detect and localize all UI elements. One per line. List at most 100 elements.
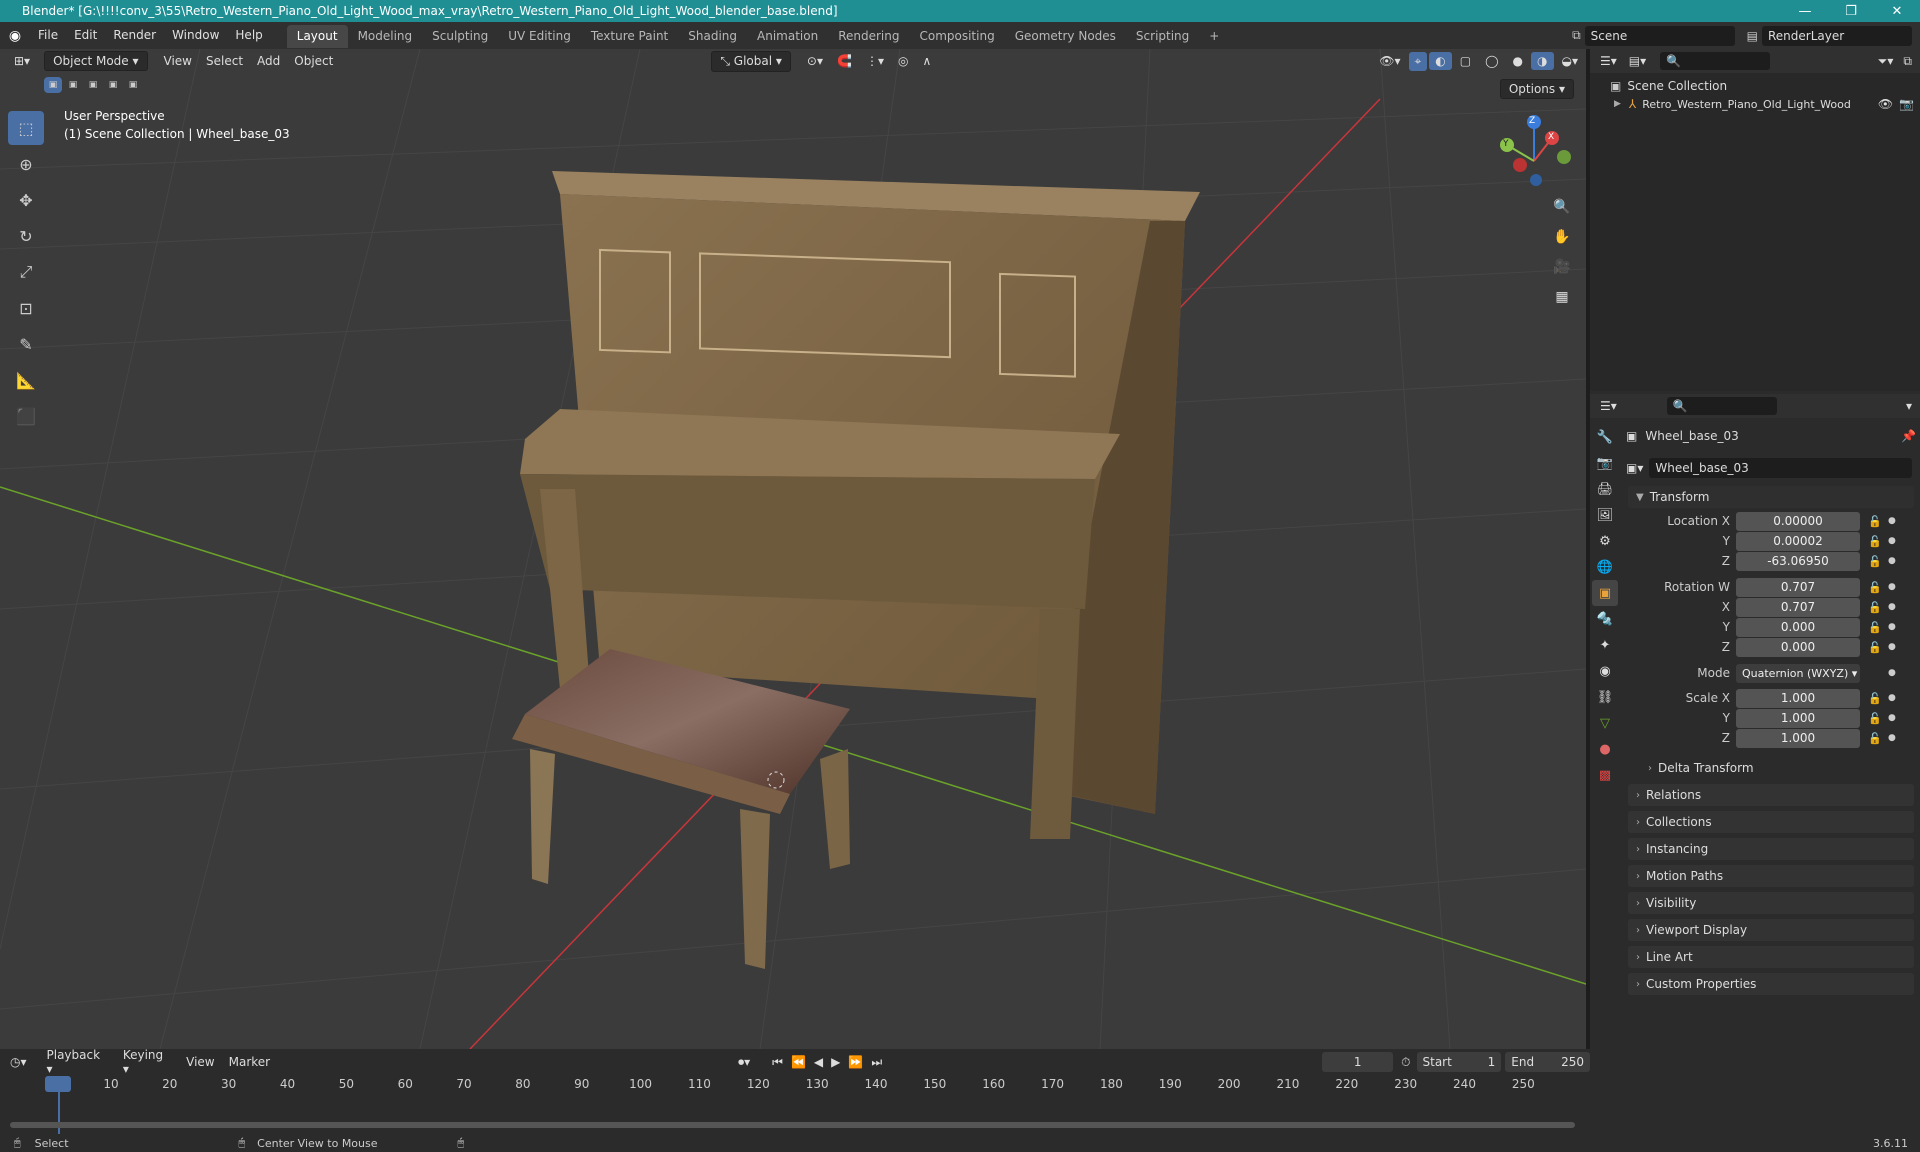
panel-collections[interactable]: › Collections — [1628, 811, 1914, 833]
wireframe-shading-icon[interactable]: ◯ — [1479, 52, 1504, 70]
select-intersect-icon[interactable]: ▣ — [124, 77, 142, 93]
tab-uv-editing[interactable]: UV Editing — [498, 25, 581, 48]
eye-icon[interactable]: 👁 — [1878, 97, 1893, 111]
keyframe-dot-icon[interactable]: ● — [1888, 556, 1896, 566]
location-x-field[interactable]: 0.00000 — [1736, 511, 1860, 531]
keyframe-dot-icon[interactable]: ● — [1888, 516, 1896, 526]
transform-panel-header[interactable]: ▼ Transform — [1628, 486, 1914, 508]
lock-icon[interactable]: 🔓 — [1868, 621, 1884, 634]
pivot-icon[interactable]: ⊙▾ — [801, 52, 829, 70]
keyframe-dot-icon[interactable]: ● — [1888, 668, 1896, 678]
lock-icon[interactable]: 🔓 — [1868, 535, 1884, 548]
menu-render[interactable]: Render — [105, 22, 164, 49]
filter-icon[interactable]: ⏷▾ — [1878, 54, 1894, 69]
lock-icon[interactable]: 🔓 — [1868, 515, 1884, 528]
scene-collection-row[interactable]: ▣ Scene Collection — [1610, 79, 1727, 93]
select-subtract-icon[interactable]: ▣ — [84, 77, 102, 93]
panel-instancing[interactable]: › Instancing — [1628, 838, 1914, 860]
scale-icon[interactable]: ⤢ — [8, 255, 44, 289]
tab-texture-paint[interactable]: Texture Paint — [581, 25, 678, 48]
properties-editor-icon[interactable]: ☰▾ — [1600, 399, 1617, 413]
gizmo-toggle-icon[interactable]: ⌖ — [1408, 51, 1428, 71]
panel-custom-properties[interactable]: › Custom Properties — [1628, 973, 1914, 995]
add-workspace-icon[interactable]: + — [1199, 25, 1229, 48]
rotation-mode-dropdown[interactable]: Quaternion (WXYZ) ▾ — [1736, 663, 1860, 683]
snap-type-icon[interactable]: ⋮▾ — [860, 52, 890, 70]
zoom-icon[interactable]: 🔍 — [1548, 193, 1576, 221]
falloff-icon[interactable]: ∧ — [916, 52, 937, 70]
pan-hand-icon[interactable]: ✋ — [1548, 223, 1576, 251]
lock-icon[interactable]: 🔓 — [1868, 712, 1884, 725]
lock-icon[interactable]: 🔓 — [1868, 555, 1884, 568]
location-y-field[interactable]: 0.00002 — [1736, 531, 1860, 551]
rotation-x-field[interactable]: 0.707 — [1736, 597, 1860, 617]
ortho-grid-icon[interactable]: ▦ — [1548, 283, 1576, 311]
tab-geometry-nodes[interactable]: Geometry Nodes — [1005, 25, 1126, 48]
cursor-icon[interactable]: ⊕ — [8, 147, 44, 181]
solid-shading-icon[interactable]: ● — [1507, 52, 1529, 70]
mode-selector[interactable]: Object Mode ▾ — [44, 51, 148, 71]
transform-icon[interactable]: ⊡ — [8, 291, 44, 325]
outliner[interactable]: ☰▾ ▤▾ 🔍 ⏷▾ ⧉ ▣ Scene Collection ▶ ⅄ Retr… — [1590, 49, 1920, 391]
menu-help[interactable]: Help — [227, 22, 270, 49]
pin-icon[interactable]: 📌 — [1901, 429, 1916, 443]
panel-viewport-display[interactable]: › Viewport Display — [1628, 919, 1914, 941]
tab-rendering[interactable]: Rendering — [828, 25, 909, 48]
location-z-field[interactable]: -63.06950 — [1736, 551, 1860, 571]
tab-animation[interactable]: Animation — [747, 25, 828, 48]
renderlayer-selector[interactable]: RenderLayer — [1762, 25, 1912, 46]
lock-icon[interactable]: 🔓 — [1868, 581, 1884, 594]
blender-logo-icon[interactable]: ◉ — [0, 28, 30, 44]
tab-shading[interactable]: Shading — [678, 25, 747, 48]
select-invert-icon[interactable]: ▣ — [104, 77, 122, 93]
new-collection-icon[interactable]: ⧉ — [1903, 54, 1912, 69]
menu-edit[interactable]: Edit — [66, 22, 105, 49]
properties-editor[interactable]: ☰▾ 🔍 ▾ 🔧 📷 🖨 🖼 ⚙ 🌐 ▣ 🔩 ✦ ◉ ⛓ ▽ ● ▩ ▣ Whe… — [1590, 394, 1920, 1135]
keyframe-dot-icon[interactable]: ● — [1888, 693, 1896, 703]
timeline-scrollbar[interactable] — [10, 1122, 1575, 1128]
visibility-icon[interactable]: 👁▾ — [1373, 52, 1406, 70]
menu-window[interactable]: Window — [164, 22, 227, 49]
bench-model[interactable] — [512, 649, 850, 969]
annotate-icon[interactable]: ✎ — [8, 327, 44, 361]
render-tab-icon[interactable]: 📷 — [1592, 450, 1618, 476]
maximize-icon[interactable]: ❐ — [1828, 4, 1874, 19]
select-extend-icon[interactable]: ▣ — [64, 77, 82, 93]
keyframe-dot-icon[interactable]: ● — [1888, 602, 1896, 612]
viewport-canvas[interactable] — [0, 49, 1586, 1049]
playhead[interactable] — [45, 1076, 71, 1092]
panel-line-art[interactable]: › Line Art — [1628, 946, 1914, 968]
select-box-icon[interactable]: ⬚ — [8, 111, 44, 145]
scale-y-field[interactable]: 1.000 — [1736, 708, 1860, 728]
display-mode-icon[interactable]: ▤▾ — [1629, 54, 1646, 68]
move-icon[interactable]: ✥ — [8, 183, 44, 217]
texture-tab-icon[interactable]: ▩ — [1592, 762, 1618, 788]
tab-scripting[interactable]: Scripting — [1126, 25, 1199, 48]
close-icon[interactable]: ✕ — [1874, 4, 1920, 19]
expand-icon[interactable]: ▶ — [1614, 99, 1621, 109]
camera-icon[interactable]: 🎥 — [1548, 253, 1576, 281]
navigation-gizmo[interactable] — [1500, 115, 1571, 186]
keyframe-dot-icon[interactable]: ● — [1888, 582, 1896, 592]
add-cube-icon[interactable]: ⬛ — [8, 399, 44, 433]
rotation-w-field[interactable]: 0.707 — [1736, 577, 1860, 597]
tab-sculpting[interactable]: Sculpting — [422, 25, 498, 48]
rendered-shading-icon[interactable]: ◒▾ — [1556, 52, 1585, 70]
menu-select[interactable]: Select — [200, 52, 249, 70]
snap-icon[interactable]: 🧲 — [831, 52, 858, 70]
menu-add[interactable]: Add — [251, 52, 286, 70]
3d-viewport[interactable]: Z X Y ⊞▾ Object Mode ▾ View Select Add O… — [0, 49, 1586, 1049]
menu-file[interactable]: File — [30, 22, 66, 49]
keyframe-dot-icon[interactable]: ● — [1888, 713, 1896, 723]
lock-icon[interactable]: 🔓 — [1868, 732, 1884, 745]
delta-transform-subpanel[interactable]: › Delta Transform — [1640, 757, 1912, 779]
keyframe-dot-icon[interactable]: ● — [1888, 642, 1896, 652]
outliner-item[interactable]: ▶ ⅄ Retro_Western_Piano_Old_Light_Wood 👁… — [1614, 97, 1914, 111]
select-new-icon[interactable]: ▣ — [44, 77, 62, 93]
proportional-edit-icon[interactable]: ◎ — [892, 52, 914, 70]
tab-layout[interactable]: Layout — [286, 25, 348, 48]
keyframe-dot-icon[interactable]: ● — [1888, 622, 1896, 632]
lock-icon[interactable]: 🔓 — [1868, 601, 1884, 614]
scale-x-field[interactable]: 1.000 — [1736, 688, 1860, 708]
tool-tab-icon[interactable]: 🔧 — [1592, 424, 1618, 450]
